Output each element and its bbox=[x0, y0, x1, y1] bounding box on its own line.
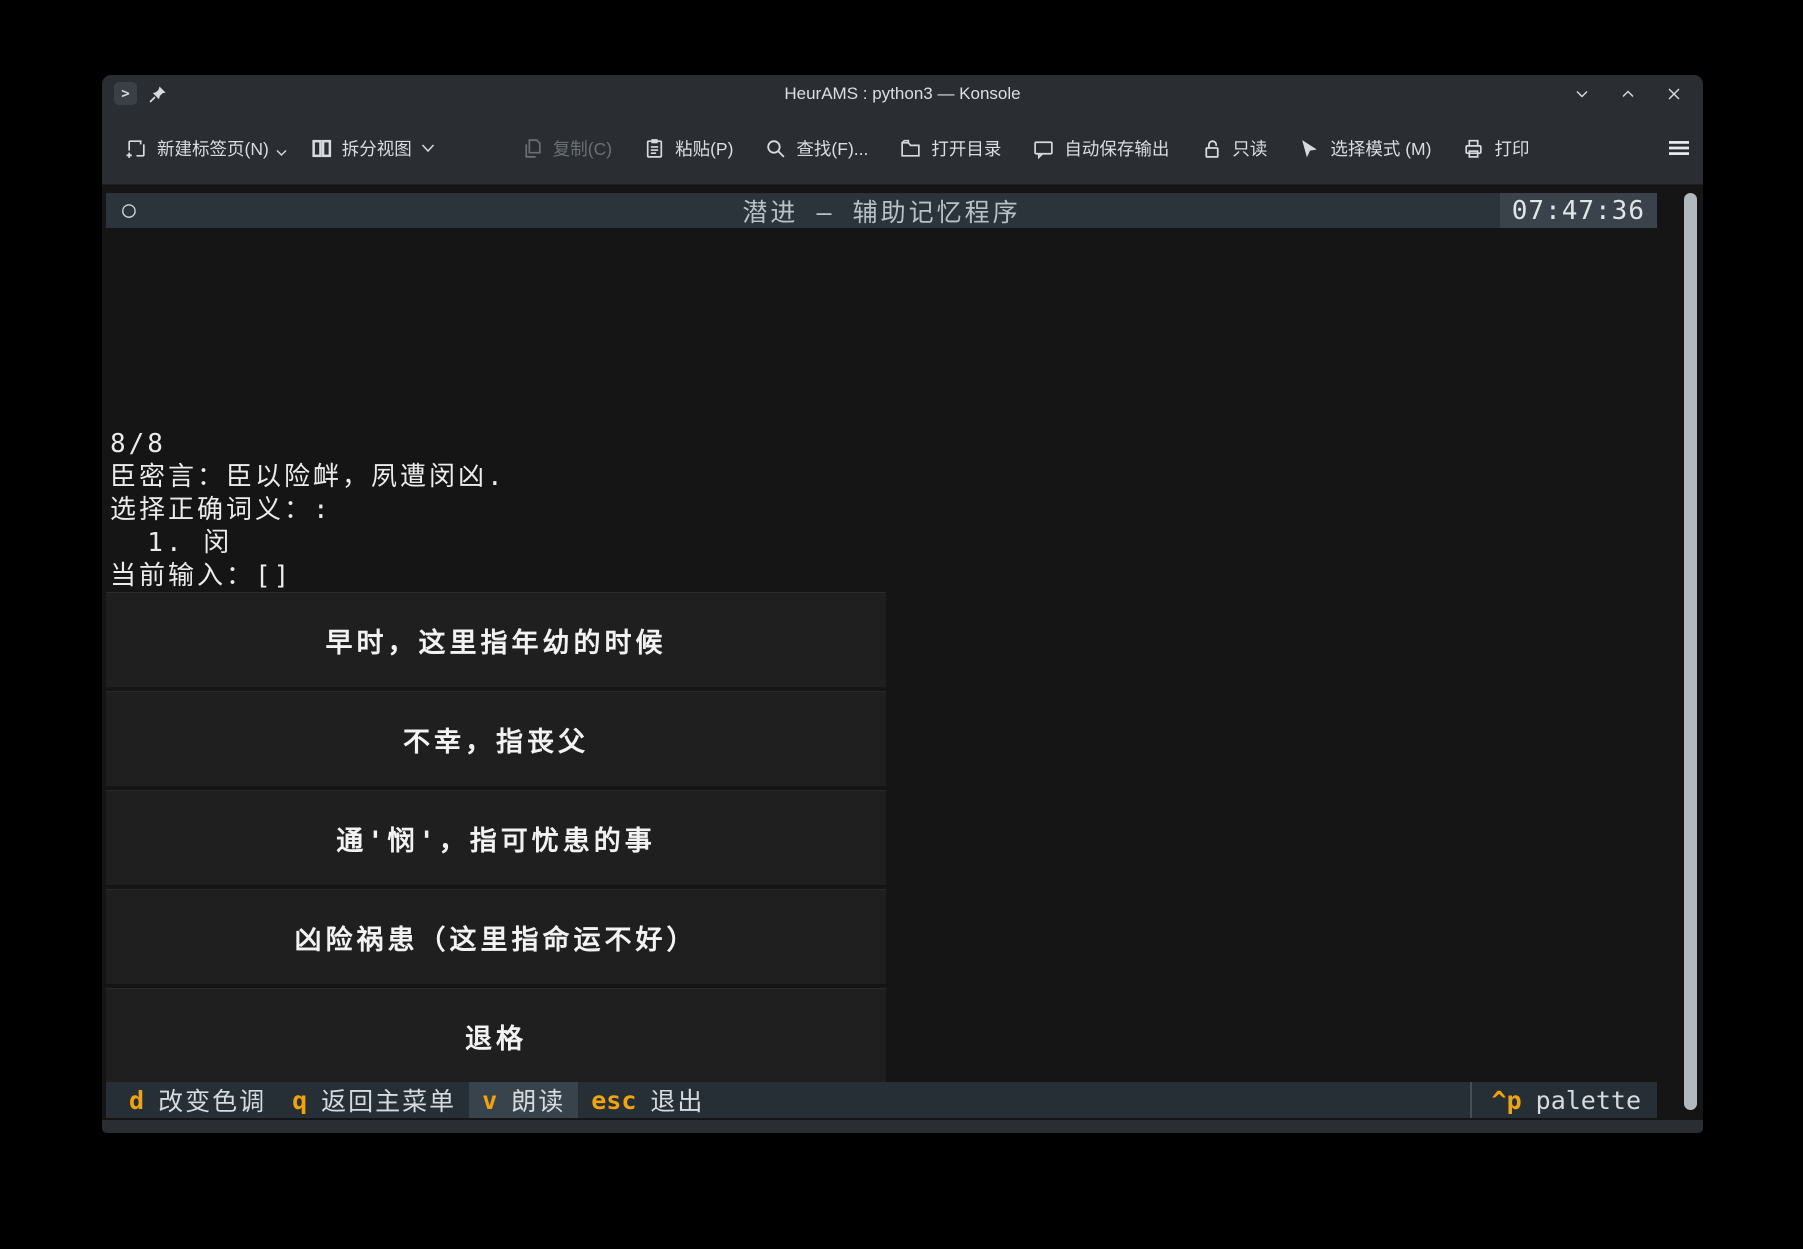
select-mode-label: 选择模式 (M) bbox=[1330, 136, 1431, 161]
shortcut-label: 朗读 bbox=[511, 1082, 565, 1118]
shortcut-exit[interactable]: esc 退出 bbox=[578, 1082, 717, 1118]
search-icon bbox=[764, 137, 787, 160]
open-directory-label: 打开目录 bbox=[931, 136, 1001, 161]
key-badge: q bbox=[292, 1086, 307, 1115]
window-title: HeurAMS : python3 — Konsole bbox=[102, 84, 1703, 104]
paste-button[interactable]: 粘贴(P) bbox=[643, 136, 733, 161]
app-title: 潜进 – 辅助记忆程序 bbox=[106, 193, 1657, 229]
copy-icon bbox=[521, 137, 544, 160]
maximize-icon[interactable] bbox=[1619, 85, 1637, 103]
answer-option-4[interactable]: 凶险祸患（这里指命运不好） bbox=[106, 889, 886, 984]
clock: 07:47:36 bbox=[1500, 193, 1657, 228]
terminal-view[interactable]: ○ 潜进 – 辅助记忆程序 07:47:36 8/8 臣密言：臣以险衅，夙遭闵凶… bbox=[102, 185, 1703, 1120]
key-badge: ^p bbox=[1492, 1086, 1522, 1115]
print-label: 打印 bbox=[1494, 136, 1529, 161]
question-text-block: 8/8 臣密言：臣以险衅，夙遭闵凶. 选择正确词义：: 1. 闵 当前输入：[] bbox=[110, 428, 506, 593]
read-only-label: 只读 bbox=[1232, 136, 1267, 161]
titlebar: > HeurAMS : python3 — Konsole bbox=[102, 75, 1703, 112]
paste-icon bbox=[643, 137, 666, 160]
cursor-icon bbox=[1298, 137, 1321, 160]
shortcut-change-hue[interactable]: d 改变色调 bbox=[116, 1082, 279, 1118]
key-badge: d bbox=[129, 1086, 144, 1115]
find-button[interactable]: 查找(F)... bbox=[764, 136, 868, 161]
terminal-tab-icon[interactable]: > bbox=[114, 82, 137, 105]
shortcut-label: 返回主菜单 bbox=[321, 1082, 456, 1118]
konsole-window: > HeurAMS : python3 — Konsole bbox=[102, 75, 1703, 1133]
shortcut-label: palette bbox=[1536, 1086, 1641, 1115]
close-icon[interactable] bbox=[1665, 85, 1683, 103]
shortcut-read-aloud[interactable]: v 朗读 bbox=[469, 1082, 578, 1118]
chevron-down-icon bbox=[421, 143, 435, 153]
backspace-option[interactable]: 退格 bbox=[106, 988, 886, 1083]
printer-icon bbox=[1462, 137, 1485, 160]
word-item: 1. 闵 bbox=[110, 528, 232, 558]
current-input-line: 当前输入：[] bbox=[110, 561, 292, 591]
app-header-bar: ○ 潜进 – 辅助记忆程序 07:47:36 bbox=[106, 193, 1657, 228]
window-bottom-edge bbox=[102, 1120, 1703, 1133]
new-tab-label: 新建标签页(N) bbox=[157, 136, 269, 161]
answer-options: 早时，这里指年幼的时候 不幸，指丧父 通'悯'，指可忧患的事 凶险祸患（这里指命… bbox=[106, 592, 886, 1087]
autosave-output-button[interactable]: 自动保存输出 bbox=[1032, 136, 1169, 161]
folder-icon bbox=[899, 137, 922, 160]
paste-label: 粘贴(P) bbox=[675, 136, 733, 161]
sentence-line: 臣密言：臣以险衅，夙遭闵凶. bbox=[110, 462, 506, 492]
hamburger-menu-button[interactable] bbox=[1666, 137, 1692, 159]
copy-label: 复制(C) bbox=[553, 136, 612, 161]
chevron-down-icon bbox=[276, 149, 287, 157]
find-label: 查找(F)... bbox=[796, 136, 868, 161]
split-view-icon bbox=[310, 137, 333, 160]
shortcut-main-menu[interactable]: q 返回主菜单 bbox=[279, 1082, 469, 1118]
key-badge: v bbox=[482, 1086, 497, 1115]
scrollbar[interactable] bbox=[1684, 193, 1697, 1110]
read-only-button[interactable]: 只读 bbox=[1200, 136, 1267, 161]
print-button[interactable]: 打印 bbox=[1462, 136, 1529, 161]
key-badge: esc bbox=[591, 1086, 636, 1115]
answer-option-3[interactable]: 通'悯'，指可忧患的事 bbox=[106, 790, 886, 885]
status-bar: d 改变色调 q 返回主菜单 v 朗读 esc 退出 ^p palette bbox=[106, 1082, 1657, 1118]
shortcut-label: 改变色调 bbox=[158, 1082, 266, 1118]
split-view-button[interactable]: 拆分视图 bbox=[310, 136, 435, 161]
hamburger-icon bbox=[1666, 137, 1692, 159]
output-bubble-icon bbox=[1032, 137, 1055, 160]
minimize-icon[interactable] bbox=[1573, 85, 1591, 103]
lock-icon bbox=[1200, 137, 1223, 160]
answer-option-2[interactable]: 不幸，指丧父 bbox=[106, 691, 886, 786]
autosave-output-label: 自动保存输出 bbox=[1064, 136, 1169, 161]
copy-button: 复制(C) bbox=[521, 136, 612, 161]
new-tab-button[interactable]: 新建标签页(N) bbox=[125, 136, 287, 161]
toolbar: 新建标签页(N) 拆分视图 bbox=[102, 112, 1703, 185]
prompt-line: 选择正确词义：: bbox=[110, 495, 332, 525]
shortcut-label: 退出 bbox=[650, 1082, 704, 1118]
select-mode-button[interactable]: 选择模式 (M) bbox=[1298, 136, 1431, 161]
pin-icon[interactable] bbox=[149, 85, 167, 103]
shortcut-palette[interactable]: ^p palette bbox=[1470, 1082, 1657, 1118]
progress-counter: 8/8 bbox=[110, 429, 166, 459]
new-tab-icon bbox=[125, 137, 148, 160]
status-circle-icon: ○ bbox=[122, 199, 136, 222]
split-view-label: 拆分视图 bbox=[342, 136, 412, 161]
answer-option-1[interactable]: 早时，这里指年幼的时候 bbox=[106, 592, 886, 687]
open-directory-button[interactable]: 打开目录 bbox=[899, 136, 1001, 161]
